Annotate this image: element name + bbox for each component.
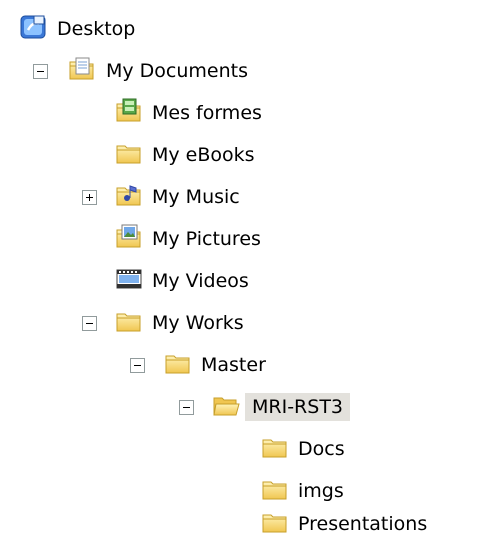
- tree-node-label[interactable]: My Music: [147, 183, 245, 211]
- videos-folder-icon[interactable]: [115, 265, 143, 293]
- expand-toggle-icon[interactable]: [82, 190, 97, 205]
- folder-icon[interactable]: [115, 139, 143, 167]
- collapse-toggle-icon[interactable]: [179, 400, 194, 415]
- collapse-toggle-icon[interactable]: [33, 64, 48, 79]
- tree-node-label[interactable]: My Videos: [147, 267, 254, 295]
- folder-icon[interactable]: [261, 475, 289, 503]
- pictures-folder-icon[interactable]: [115, 223, 143, 251]
- tree-node-label[interactable]: Desktop: [52, 15, 140, 43]
- tree-node-label[interactable]: My Works: [147, 309, 249, 337]
- tree-node-label[interactable]: Mes formes: [147, 99, 267, 127]
- tree-node-label[interactable]: imgs: [293, 477, 349, 505]
- folder-icon[interactable]: [164, 349, 192, 377]
- folder-icon[interactable]: [115, 307, 143, 335]
- tree-node-label[interactable]: My Documents: [101, 57, 253, 85]
- tree-node-label[interactable]: My Pictures: [147, 225, 266, 253]
- tree-node-label-selected[interactable]: MRI-RST3: [245, 393, 351, 421]
- collapse-toggle-icon[interactable]: [130, 358, 145, 373]
- folder-icon[interactable]: [261, 433, 289, 461]
- tree-node-label[interactable]: My eBooks: [147, 141, 260, 169]
- documents-folder-icon[interactable]: [68, 55, 96, 83]
- open-folder-icon[interactable]: [212, 391, 240, 419]
- music-folder-icon[interactable]: [115, 181, 143, 209]
- collapse-toggle-icon[interactable]: [82, 316, 97, 331]
- tree-node-label[interactable]: Docs: [293, 435, 350, 463]
- tree-node-label[interactable]: Master: [196, 351, 271, 379]
- folder-icon[interactable]: [261, 508, 289, 536]
- shapes-folder-icon[interactable]: [115, 97, 143, 125]
- tree-node-label[interactable]: Presentations: [293, 510, 432, 538]
- desktop-icon[interactable]: [19, 13, 47, 41]
